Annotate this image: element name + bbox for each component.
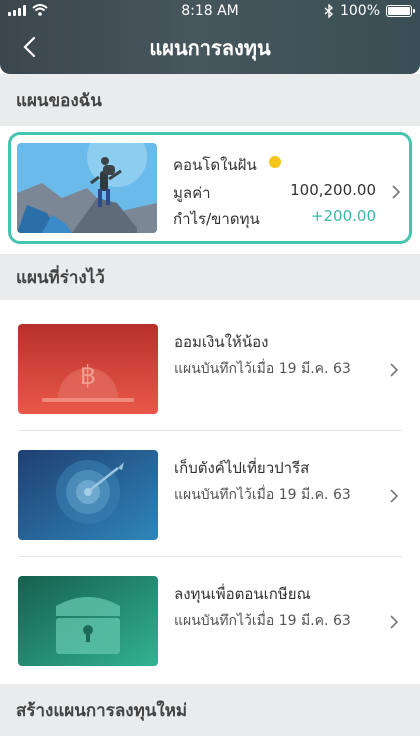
battery-icon: [386, 5, 415, 17]
section-create-plan[interactable]: สร้างแผนการลงทุนใหม่: [0, 684, 420, 736]
my-plan-card[interactable]: คอนโดในฝัน มูลค่า 100,200.00 กำไร/ขาดทุน…: [8, 132, 412, 244]
plan-thumbnail-hiker: [17, 143, 157, 233]
status-bar: 8:18 AM 100%: [0, 0, 420, 24]
section-drafts: แผนที่ร่างไว้: [0, 254, 420, 300]
baht-coin-icon: ฿: [18, 324, 158, 414]
page-title: แผนการลงทุน: [149, 36, 271, 60]
section-my-plan: แผนของฉัน: [0, 74, 420, 126]
draft-title: ออมเงินให้น้อง: [174, 333, 269, 351]
my-plan-profit: +200.00: [310, 207, 376, 225]
draft-subtitle: แผนบันทึกไว้เมื่อ 19 มี.ค. 63: [174, 361, 351, 377]
my-plan-profit-label: กำไร/ขาดทุน: [173, 210, 260, 228]
draft-subtitle: แผนบันทึกไว้เมื่อ 19 มี.ค. 63: [174, 613, 351, 629]
draft-plan-row[interactable]: ฿ ออมเงินให้น้อง แผนบันทึกไว้เมื่อ 19 มี…: [0, 306, 420, 432]
draft-title: ลงทุนเพื่อตอนเกษียณ: [174, 585, 311, 603]
chevron-right-icon: [390, 615, 399, 629]
row-divider: [18, 430, 402, 431]
plan-status-dot: [269, 156, 281, 168]
draft-plan-row[interactable]: เก็บตังค์ไปเที่ยวปารีส แผนบันทึกไว้เมื่อ…: [0, 432, 420, 558]
draft-subtitle: แผนบันทึกไว้เมื่อ 19 มี.ค. 63: [174, 487, 351, 503]
my-plan-value-label: มูลค่า: [173, 184, 211, 202]
row-divider: [18, 556, 402, 557]
my-plan-value: 100,200.00: [290, 181, 376, 199]
treasure-chest-icon: [18, 576, 158, 666]
my-plan-name: คอนโดในฝัน: [173, 156, 257, 174]
draft-title: เก็บตังค์ไปเที่ยวปารีส: [174, 459, 310, 477]
app-header: 8:18 AM 100% แผนการลงทุน: [0, 0, 420, 74]
battery-percent: 100%: [339, 3, 380, 19]
target-icon: [18, 450, 158, 540]
chevron-right-icon: [392, 185, 401, 199]
chevron-right-icon: [390, 489, 399, 503]
svg-text:฿: ฿: [80, 361, 97, 391]
chevron-right-icon: [390, 363, 399, 377]
status-right: 100%: [324, 3, 415, 19]
bluetooth-icon: [324, 4, 333, 18]
draft-plan-row[interactable]: ลงทุนเพื่อตอนเกษียณ แผนบันทึกไว้เมื่อ 19…: [0, 558, 420, 684]
